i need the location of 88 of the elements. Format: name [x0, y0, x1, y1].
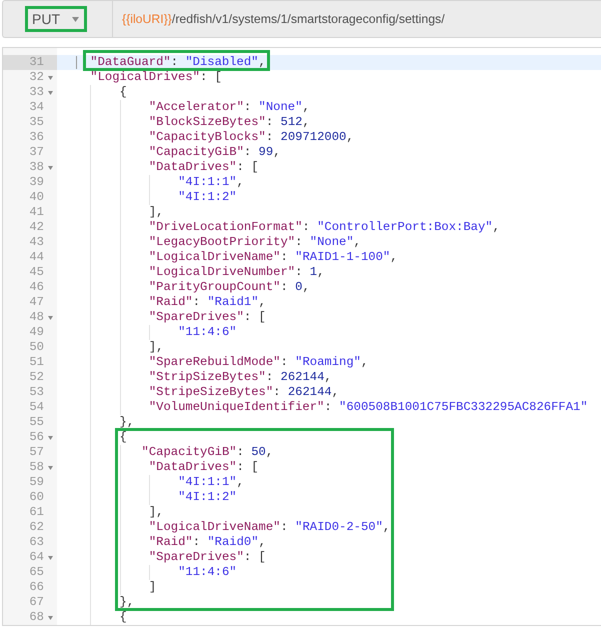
- code-line: "StripSizeBytes": 262144,: [148, 372, 332, 383]
- code-line: "DataGuard": "Disabled",: [90, 57, 266, 68]
- code-line: {: [120, 432, 127, 443]
- line-number: 68: [29, 612, 44, 623]
- code-line: "BlockSizeBytes": 512,: [148, 117, 310, 128]
- line-number: 62: [29, 522, 44, 533]
- code-line: "DataDrives": [: [148, 462, 259, 473]
- line-number: 40: [29, 192, 44, 203]
- code-line: "DriveLocationFormat": "ControllerPort:Box:Bay",: [148, 222, 500, 233]
- code-line: "SpareRebuildMode": "Roaming",: [148, 357, 368, 368]
- code-line: "LogicalDriveName": "RAID1-1-100",: [148, 252, 398, 263]
- line-number: 57: [29, 447, 44, 458]
- line-number: 56: [29, 432, 44, 443]
- line-number: 44: [29, 252, 44, 263]
- line-number: 36: [29, 132, 44, 143]
- line-number: 61: [29, 507, 44, 518]
- line-number: 59: [29, 477, 44, 488]
- line-number: 42: [29, 222, 44, 233]
- line-number: 49: [29, 327, 44, 338]
- fold-caret-icon[interactable]: [48, 466, 53, 470]
- code-line: "SpareDrives": [: [148, 552, 266, 563]
- line-number: 67: [29, 597, 44, 608]
- line-number: 47: [29, 297, 44, 308]
- code-line: "Accelerator": "None",: [148, 102, 310, 113]
- code-line: "VolumeUniqueIdentifier": "600508B1001C75FBC332295AC826FFA1": [148, 402, 588, 413]
- line-number: 63: [29, 537, 44, 548]
- code-line: "CapacityGiB": 99,: [148, 147, 281, 158]
- line-number: 46: [29, 282, 44, 293]
- fold-caret-icon[interactable]: [48, 166, 53, 170]
- code-line: "StripeSizeBytes": 262144,: [148, 387, 340, 398]
- line-number: 64: [29, 552, 44, 563]
- code-line: "4I:1:2": [178, 192, 237, 203]
- code-line: "CapacityBlocks": 209712000,: [148, 132, 354, 143]
- code-line: "ParityGroupCount": 0,: [148, 282, 310, 293]
- code-line: },: [120, 417, 134, 428]
- line-number: 32: [29, 72, 44, 83]
- code-line: "11:4:6": [178, 567, 237, 578]
- line-number: 53: [29, 387, 44, 398]
- code-line: ],: [148, 507, 164, 518]
- line-number: 54: [29, 402, 44, 413]
- code-line: "4I:1:1",: [178, 177, 244, 188]
- caret-icon[interactable]: [72, 16, 79, 22]
- line-number: 50: [29, 342, 44, 353]
- code-line: "SpareDrives": [: [148, 312, 266, 323]
- line-number: 33: [29, 87, 44, 98]
- fold-caret-icon[interactable]: [48, 556, 53, 560]
- code-line: "LogicalDriveNumber": 1,: [148, 267, 324, 278]
- url-field[interactable]: {{iloURI}}/redfish/v1/systems/1/smartstorageconfig/settings/: [113, 1, 601, 37]
- code-line: ]: [148, 582, 156, 593]
- fold-caret-icon[interactable]: [48, 436, 53, 440]
- code-line: "LegacyBootPriority": "None",: [148, 237, 361, 248]
- line-number: 51: [29, 357, 44, 368]
- line-number: 39: [29, 177, 44, 188]
- code-line: ],: [148, 207, 164, 218]
- code-line: "LogicalDrives": [: [90, 72, 222, 83]
- code-line: ],: [148, 342, 164, 353]
- line-number: 55: [29, 417, 44, 428]
- fold-caret-icon[interactable]: [48, 316, 53, 320]
- fold-caret-icon[interactable]: [48, 90, 53, 94]
- line-number: 41: [29, 207, 44, 218]
- code-line: "CapacityGiB": 50,: [142, 447, 274, 458]
- line-number: 66: [29, 582, 44, 593]
- line-number: 43: [29, 237, 44, 248]
- line-number: 31: [29, 57, 44, 68]
- fold-caret-icon[interactable]: [48, 76, 53, 80]
- code-line: "LogicalDriveName": "RAID0-2-50",: [148, 522, 390, 533]
- code-line: {: [120, 87, 127, 98]
- fold-caret-icon[interactable]: [48, 616, 53, 620]
- line-number: 37: [29, 147, 44, 158]
- line-number: 34: [29, 102, 44, 113]
- code-line: "4I:1:2": [178, 492, 237, 503]
- code-line: "Raid": "Raid1",: [148, 297, 266, 308]
- code-line: },: [120, 597, 134, 608]
- text-cursor: [76, 56, 77, 69]
- line-number: 52: [29, 372, 44, 383]
- code-line: "Raid": "Raid0",: [148, 537, 266, 548]
- code-line: "11:4:6": [178, 327, 237, 338]
- code-line: {: [120, 612, 127, 623]
- line-number: 60: [29, 492, 44, 503]
- line-number: 38: [29, 162, 44, 173]
- line-number: 45: [29, 267, 44, 278]
- line-number: 58: [29, 462, 44, 473]
- line-number: 65: [29, 567, 44, 578]
- method-dropdown[interactable]: PUT: [3, 1, 113, 37]
- line-number: 48: [29, 312, 44, 323]
- code-line: "4I:1:1",: [178, 477, 244, 488]
- code-line: "DataDrives": [: [148, 162, 259, 173]
- line-number: 35: [29, 117, 44, 128]
